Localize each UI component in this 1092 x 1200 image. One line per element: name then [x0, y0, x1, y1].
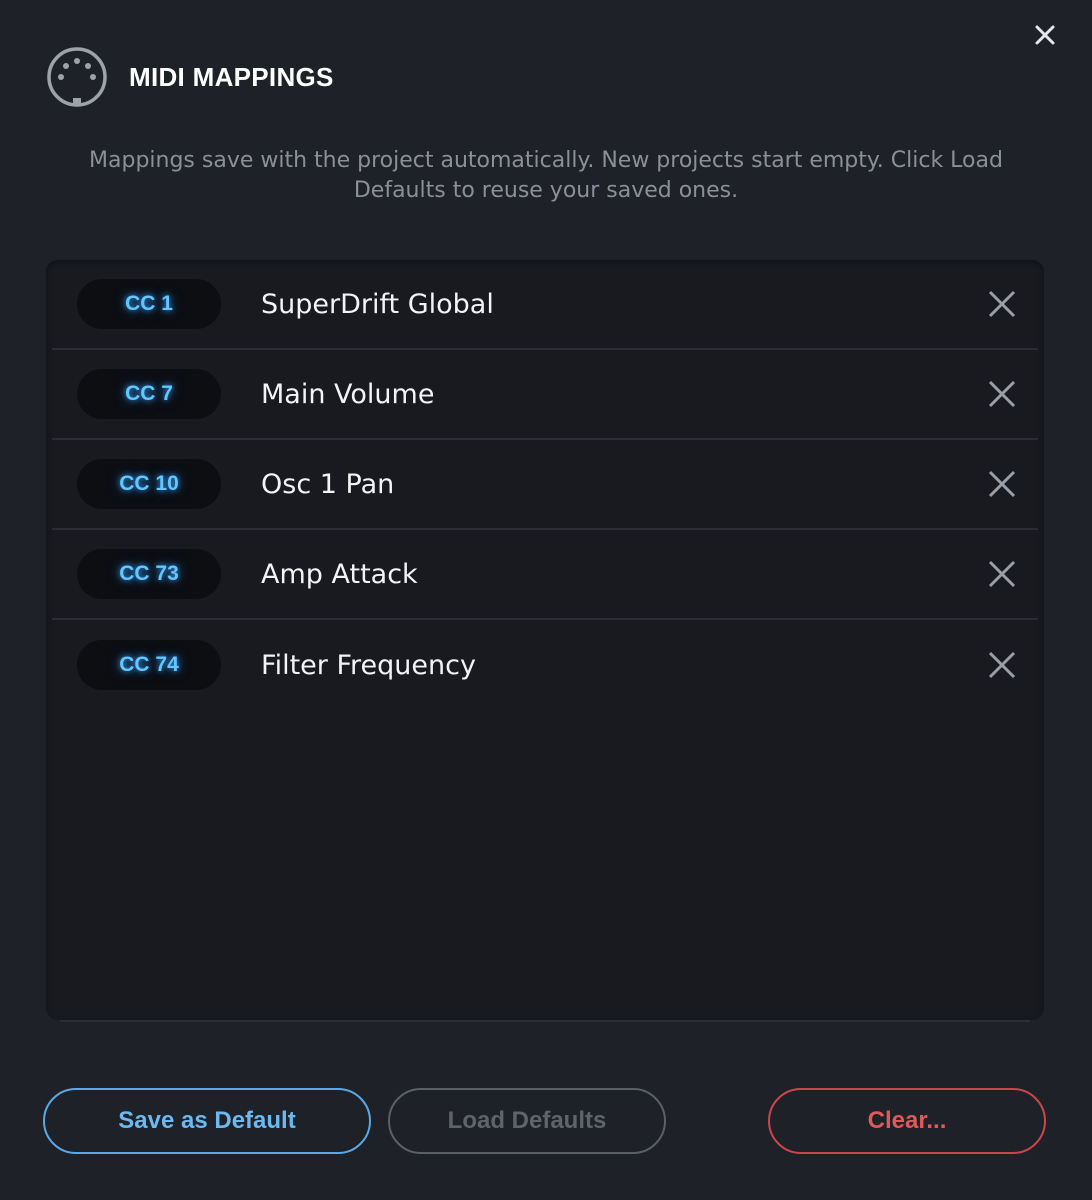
midi-connector-icon: [47, 47, 107, 107]
close-icon: [988, 380, 1016, 408]
mappings-list: CC 1 SuperDrift Global CC 7 Main Volume …: [46, 260, 1044, 1020]
mapping-row: CC 74 Filter Frequency: [52, 620, 1038, 710]
dialog-description: Mappings save with the project automatic…: [89, 148, 1003, 203]
mapping-row: CC 1 SuperDrift Global: [52, 260, 1038, 350]
remove-mapping-button[interactable]: [980, 372, 1024, 416]
remove-mapping-button[interactable]: [980, 643, 1024, 687]
close-icon: [988, 560, 1016, 588]
mapping-row: CC 10 Osc 1 Pan: [52, 440, 1038, 530]
cc-badge[interactable]: CC 7: [77, 369, 221, 419]
close-icon: [1035, 25, 1055, 45]
remove-mapping-button[interactable]: [980, 462, 1024, 506]
parameter-name: Filter Frequency: [261, 649, 476, 681]
dialog-header: MIDI MAPPINGS: [46, 46, 334, 108]
mapping-row: CC 7 Main Volume: [52, 350, 1038, 440]
close-icon: [988, 290, 1016, 318]
cc-badge[interactable]: CC 1: [77, 279, 221, 329]
dialog-title: MIDI MAPPINGS: [129, 61, 334, 92]
parameter-name: Osc 1 Pan: [261, 468, 395, 500]
remove-mapping-button[interactable]: [980, 552, 1024, 596]
cc-badge[interactable]: CC 10: [77, 459, 221, 509]
parameter-name: Main Volume: [261, 378, 435, 410]
close-button[interactable]: [1028, 18, 1062, 52]
close-icon: [988, 651, 1016, 679]
midi-mappings-dialog: MIDI MAPPINGS Mappings save with the pro…: [0, 0, 1092, 1200]
cc-badge[interactable]: CC 73: [77, 549, 221, 599]
save-as-default-button[interactable]: Save as Default: [43, 1088, 371, 1154]
parameter-name: SuperDrift Global: [261, 288, 494, 320]
parameter-name: Amp Attack: [261, 558, 418, 590]
mapping-row: CC 73 Amp Attack: [52, 530, 1038, 620]
remove-mapping-button[interactable]: [980, 282, 1024, 326]
clear-button[interactable]: Clear...: [768, 1088, 1046, 1154]
load-defaults-button[interactable]: Load Defaults: [388, 1088, 666, 1154]
list-divider: [60, 1020, 1030, 1022]
close-icon: [988, 470, 1016, 498]
cc-badge[interactable]: CC 74: [77, 640, 221, 690]
